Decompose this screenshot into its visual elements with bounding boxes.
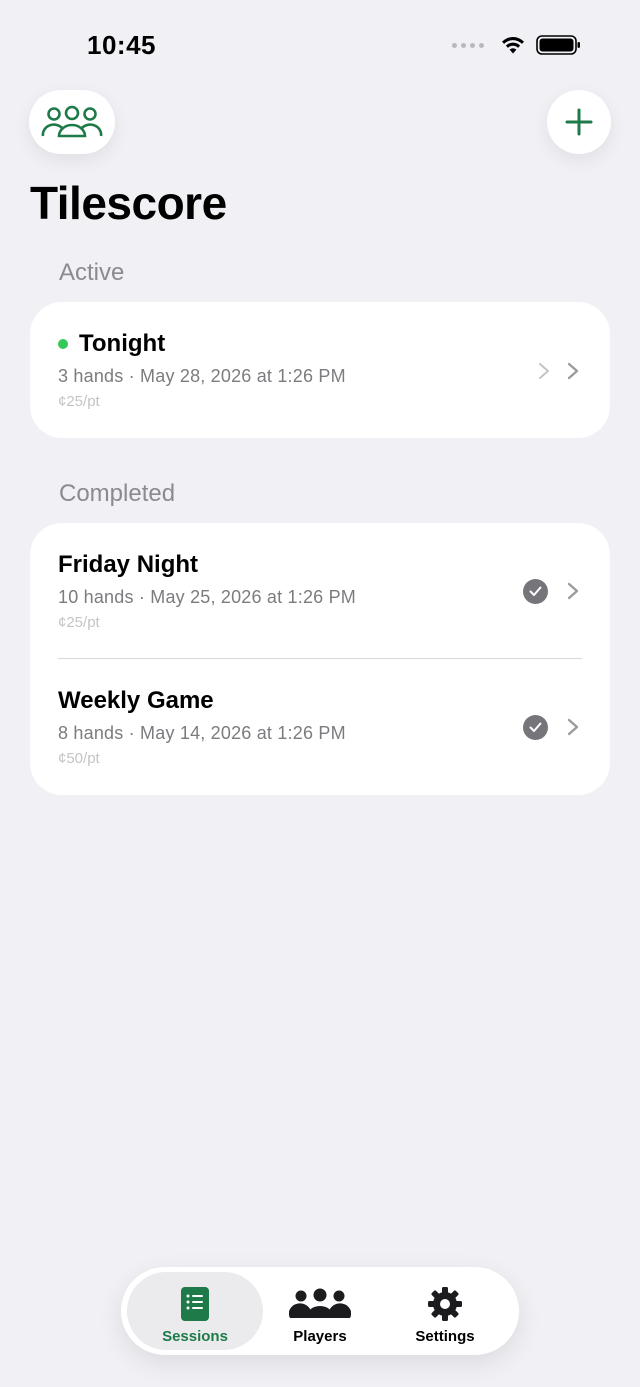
page-title: Tilescore: [30, 177, 227, 229]
wifi-icon: [502, 37, 524, 54]
session-title: Friday Night: [58, 551, 199, 578]
chevron-right-icon: [539, 363, 549, 379]
completed-sessions-card: Friday Night 10 hands · May 25, 2026 at …: [30, 523, 610, 795]
battery-icon: [536, 35, 580, 55]
session-details: 8 hands · May 14, 2026 at 1:26 PM: [58, 723, 346, 743]
session-title: Weekly Game: [58, 687, 214, 714]
session-details: 10 hands · May 25, 2026 at 1:26 PM: [58, 587, 356, 607]
session-title: Tonight: [79, 330, 166, 357]
tab-settings[interactable]: Settings: [377, 1272, 513, 1350]
tab-players[interactable]: Players: [252, 1272, 388, 1350]
tab-bar: Sessions Players Settings: [121, 1267, 519, 1355]
people-icon: [289, 1288, 351, 1318]
tab-label: Sessions: [162, 1328, 228, 1345]
status-icons: [452, 34, 582, 56]
session-rate: ¢25/pt: [58, 614, 100, 631]
players-button[interactable]: [29, 90, 115, 154]
status-time: 10:45: [87, 30, 156, 60]
session-row[interactable]: Tonight 3 hands · May 28, 2026 at 1:26 P…: [30, 302, 610, 438]
people-icon: [41, 105, 103, 138]
status-bar: 10:45: [0, 0, 640, 90]
gear-icon: [428, 1287, 462, 1321]
signal-icon: [452, 42, 484, 48]
live-status-dot: [58, 339, 68, 349]
session-rate: ¢25/pt: [58, 393, 100, 410]
list-icon: [181, 1287, 209, 1321]
completed-check-icon: [523, 715, 548, 740]
tab-label: Players: [293, 1328, 347, 1345]
session-row[interactable]: Weekly Game 8 hands · May 14, 2026 at 1:…: [30, 659, 610, 795]
section-header-active: Active: [59, 259, 125, 286]
chevron-right-icon: [567, 718, 579, 736]
session-row[interactable]: Friday Night 10 hands · May 25, 2026 at …: [30, 523, 610, 659]
completed-check-icon: [523, 579, 548, 604]
active-sessions-card: Tonight 3 hands · May 28, 2026 at 1:26 P…: [30, 302, 610, 438]
chevron-right-icon: [567, 582, 579, 600]
session-details: 3 hands · May 28, 2026 at 1:26 PM: [58, 366, 346, 386]
session-rate: ¢50/pt: [58, 750, 100, 767]
add-session-button[interactable]: [547, 90, 611, 154]
plus-icon: [565, 108, 593, 136]
tab-label: Settings: [415, 1328, 475, 1345]
chevron-right-icon: [567, 362, 579, 380]
tab-sessions[interactable]: Sessions: [127, 1272, 263, 1350]
section-header-completed: Completed: [59, 480, 176, 507]
